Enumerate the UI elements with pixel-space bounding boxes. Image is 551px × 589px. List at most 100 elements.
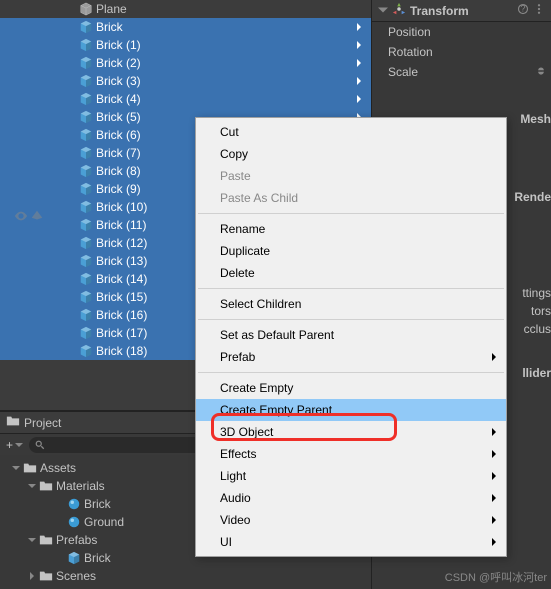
hierarchy-item[interactable]: Brick (1) [0, 36, 371, 54]
chevron-right-icon[interactable] [353, 57, 365, 69]
menu-separator [198, 288, 504, 289]
hierarchy-item[interactable]: Plane [0, 0, 371, 18]
hierarchy-item[interactable]: Brick (2) [0, 54, 371, 72]
menu-label: UI [220, 535, 232, 549]
property-row: Rotation [372, 42, 551, 62]
menu-label: Paste [220, 169, 251, 183]
material-icon [66, 497, 82, 511]
menu-separator [198, 213, 504, 214]
component-stub: cclus [524, 318, 551, 340]
item-label: Plane [96, 2, 127, 16]
prefab-icon [78, 289, 94, 305]
chevron-right-icon[interactable] [353, 93, 365, 105]
menu-icon[interactable] [533, 3, 545, 18]
watermark: CSDN @呼叫冰河ter [445, 569, 547, 585]
item-label: Brick (8) [96, 164, 141, 178]
menu-label: 3D Object [220, 425, 273, 439]
menu-item: Paste [196, 165, 506, 187]
hierarchy-item[interactable]: Brick (4) [0, 90, 371, 108]
menu-label: Rename [220, 222, 265, 236]
add-button[interactable]: + [6, 438, 23, 452]
menu-label: Create Empty [220, 381, 293, 395]
foldout-icon [26, 536, 38, 544]
menu-label: Create Empty Parent [220, 403, 332, 417]
hierarchy-item[interactable]: Brick [0, 18, 371, 36]
prefab-icon [78, 19, 94, 35]
prop-label: Rotation [388, 45, 551, 59]
menu-item[interactable]: Copy [196, 143, 506, 165]
menu-item[interactable]: Rename [196, 218, 506, 240]
chevron-right-icon[interactable] [353, 39, 365, 51]
property-row: Position [372, 22, 551, 42]
menu-item[interactable]: Set as Default Parent [196, 324, 506, 346]
menu-item[interactable]: Delete [196, 262, 506, 284]
menu-label: Set as Default Parent [220, 328, 334, 342]
menu-item[interactable]: Effects [196, 443, 506, 465]
prefab-icon [78, 163, 94, 179]
item-label: Assets [40, 461, 76, 475]
menu-item[interactable]: Light [196, 465, 506, 487]
prefab-icon [78, 91, 94, 107]
add-label: + [6, 438, 13, 452]
project-tab[interactable]: Project [6, 414, 61, 431]
item-label: Brick [84, 497, 111, 511]
chevron-right-icon[interactable] [353, 75, 365, 87]
component-stub: llider [522, 362, 551, 384]
menu-item[interactable]: Audio [196, 487, 506, 509]
visibility-icons[interactable] [14, 209, 44, 223]
menu-label: Copy [220, 147, 248, 161]
project-item[interactable]: Scenes [0, 567, 371, 585]
prefab-icon [78, 73, 94, 89]
prefab-icon [78, 343, 94, 359]
menu-label: Audio [220, 491, 251, 505]
item-label: Brick (18) [96, 344, 147, 358]
menu-item[interactable]: Duplicate [196, 240, 506, 262]
menu-item[interactable]: Create Empty Parent [196, 399, 506, 421]
folder-icon [6, 414, 20, 431]
menu-label: Select Children [220, 297, 301, 311]
folder-icon [38, 533, 54, 547]
prefab-icon [78, 109, 94, 125]
menu-item[interactable]: 3D Object [196, 421, 506, 443]
item-label: Brick (1) [96, 38, 141, 52]
hierarchy-item[interactable]: Brick (3) [0, 72, 371, 90]
help-icon[interactable]: ? [517, 3, 529, 18]
prefab-icon [78, 271, 94, 287]
item-label: Brick (12) [96, 236, 147, 250]
link-icon[interactable] [535, 65, 547, 80]
chevron-right-icon[interactable] [353, 21, 365, 33]
item-label: Brick (6) [96, 128, 141, 142]
menu-label: Light [220, 469, 246, 483]
svg-text:?: ? [520, 3, 525, 13]
menu-item[interactable]: Select Children [196, 293, 506, 315]
menu-item[interactable]: UI [196, 531, 506, 553]
item-label: Brick (17) [96, 326, 147, 340]
chevron-right-icon [490, 425, 498, 439]
menu-label: Prefab [220, 350, 255, 364]
menu-item[interactable]: Prefab [196, 346, 506, 368]
menu-label: Effects [220, 447, 256, 461]
prefab-icon [78, 325, 94, 341]
mesh-icon [78, 1, 94, 17]
transform-header[interactable]: Transform ? [372, 0, 551, 22]
component-stub: Rende [514, 186, 551, 208]
property-row: Scale [372, 62, 551, 82]
item-label: Brick [84, 551, 111, 565]
material-icon [66, 515, 82, 529]
prefab-icon [78, 181, 94, 197]
chevron-right-icon [490, 350, 498, 364]
folder-icon [22, 461, 38, 475]
menu-label: Video [220, 513, 250, 527]
item-label: Brick (9) [96, 182, 141, 196]
foldout-icon [26, 482, 38, 490]
menu-label: Delete [220, 266, 255, 280]
menu-label: Paste As Child [220, 191, 298, 205]
item-label: Brick (16) [96, 308, 147, 322]
transform-title: Transform [410, 4, 513, 18]
prop-label: Position [388, 25, 551, 39]
menu-item[interactable]: Create Empty [196, 377, 506, 399]
transform-icon [392, 2, 406, 19]
prop-label: Scale [388, 65, 535, 79]
menu-item[interactable]: Cut [196, 121, 506, 143]
menu-item[interactable]: Video [196, 509, 506, 531]
